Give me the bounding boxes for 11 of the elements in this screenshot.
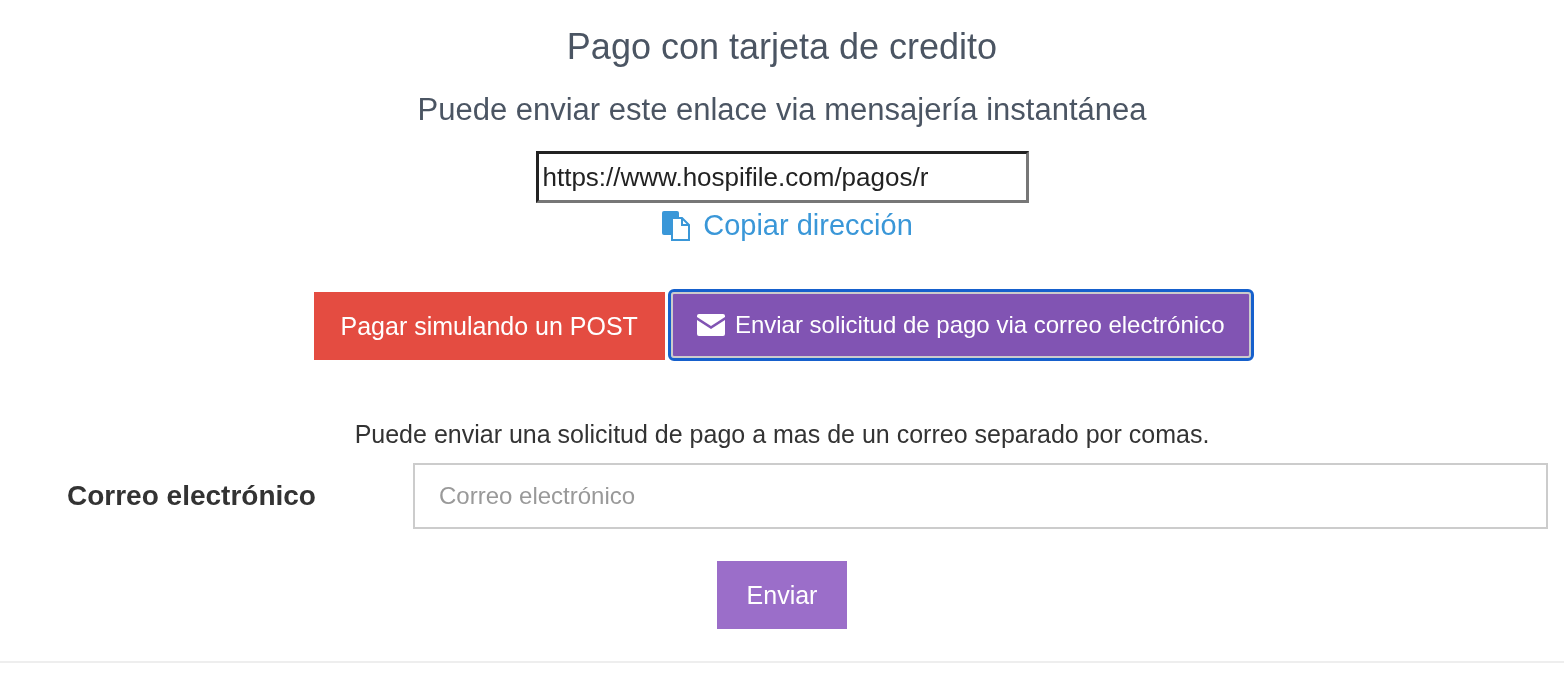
copy-link[interactable]: Copiar dirección — [661, 209, 913, 242]
envelope-icon — [696, 314, 725, 336]
simulate-pos-button[interactable]: Pagar simulando un POST — [313, 292, 665, 360]
email-request-button[interactable]: Enviar solicitud de pago via correo electrónico — [670, 292, 1251, 358]
link-field[interactable]: https://www.hospifile.com/pagos/r — [535, 151, 1029, 203]
help-text: Puede enviar una solicitud de pago a mas de un correo separado por comas. — [354, 420, 1210, 449]
page-subtitle: Puede enviar este enlace via mensajería instantánea — [417, 92, 1147, 128]
send-button[interactable]: Enviar — [717, 561, 847, 629]
email-field[interactable]: Correo electrónico — [413, 463, 1548, 529]
page-title: Pago con tarjeta de credito — [566, 26, 998, 68]
email-label: Correo electrónico — [67, 480, 317, 512]
